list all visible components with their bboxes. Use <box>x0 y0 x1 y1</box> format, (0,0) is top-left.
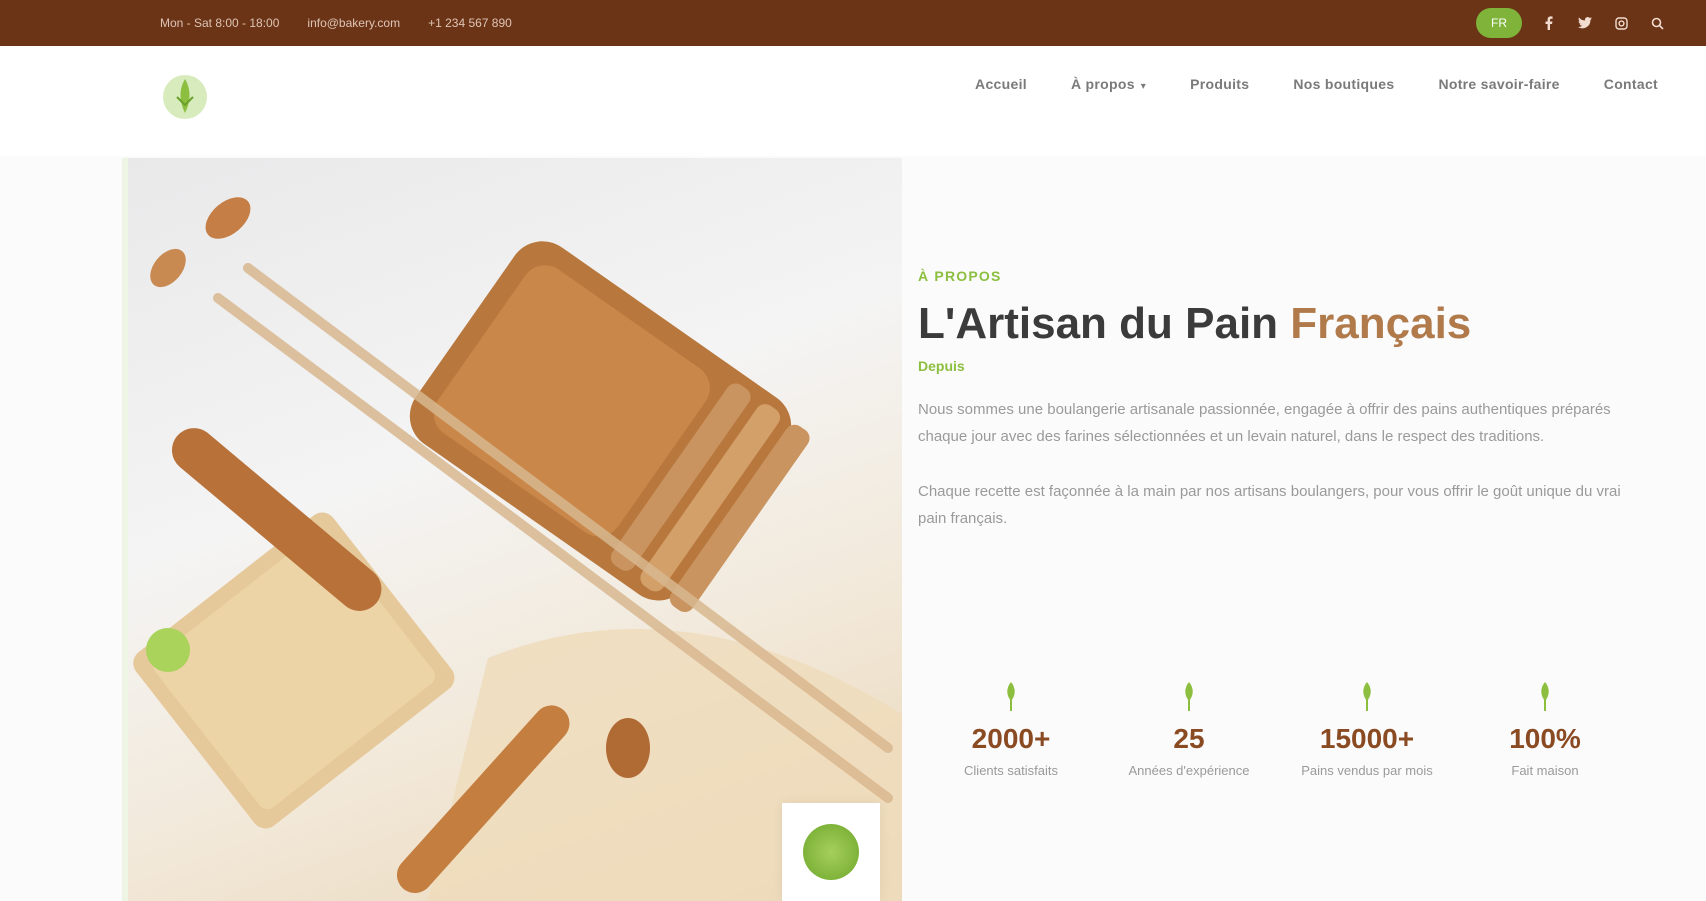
top-bar: Mon - Sat 8:00 - 18:00 info@bakery.com +… <box>0 0 1706 46</box>
about-section: À PROPOS L'Artisan du Pain Français Depu… <box>918 268 1638 547</box>
nav-item-a-propos[interactable]: À propos ▾ <box>1071 76 1146 92</box>
second-paragraph: Chaque recette est façonnée à la main pa… <box>918 483 1621 528</box>
bakery-logo-icon[interactable] <box>152 64 218 130</box>
stat-label: Années d'expérience <box>1128 762 1250 778</box>
stat-item: 2000+ Clients satisfaits <box>936 676 1086 780</box>
stat-value: 100% <box>1509 723 1581 754</box>
title-main: L'Artisan du Pain <box>918 299 1291 348</box>
nav-item-label: Nos boutiques <box>1293 76 1395 92</box>
intro-paragraph: Nous sommes une boulangerie artisanale p… <box>918 401 1611 446</box>
nav-item-accueil[interactable]: Accueil <box>975 76 1027 92</box>
stat-item: 15000+ Pains vendus par mois <box>1292 676 1442 780</box>
instagram-icon[interactable] <box>1612 14 1630 32</box>
main-nav: Accueil À propos ▾ Produits Nos boutiques… <box>975 76 1658 92</box>
top-bar-actions: FR <box>1476 8 1666 38</box>
section-subline: Depuis <box>918 358 965 375</box>
search-icon[interactable] <box>1648 14 1666 32</box>
stat-item: 25 Années d'expérience <box>1114 676 1264 780</box>
nav-item-produits[interactable]: Produits <box>1190 76 1249 92</box>
stat-item: 100% Fait maison <box>1470 676 1620 780</box>
stat-value: 2000+ <box>971 723 1051 754</box>
email-link[interactable]: info@bakery.com <box>307 16 400 30</box>
twitter-icon[interactable] <box>1576 14 1594 32</box>
stat-label: Clients satisfaits <box>964 762 1058 778</box>
hero-image <box>122 158 902 901</box>
wheat-icon <box>1525 676 1565 716</box>
top-bar-info: Mon - Sat 8:00 - 18:00 info@bakery.com +… <box>160 16 512 30</box>
nav-item-label: Notre savoir-faire <box>1438 76 1560 92</box>
opening-hours: Mon - Sat 8:00 - 18:00 <box>160 16 280 30</box>
phone-link[interactable]: +1 234 567 890 <box>428 16 512 30</box>
wheat-icon <box>1347 676 1387 716</box>
stat-label: Fait maison <box>1511 762 1579 778</box>
nav-item-savoir-faire[interactable]: Notre savoir-faire <box>1438 76 1559 92</box>
stats-row: 2000+ Clients satisfaits 25 Années d'exp… <box>918 676 1638 780</box>
wheat-icon <box>1169 676 1209 716</box>
nav-item-label: À propos <box>1070 76 1135 92</box>
nav-item-contact[interactable]: Contact <box>1604 76 1658 92</box>
decorative-dot <box>146 628 190 672</box>
language-badge[interactable]: FR <box>1476 8 1522 38</box>
nav-item-label: Contact <box>1603 76 1658 92</box>
section-title: L'Artisan du Pain Français <box>918 299 1638 348</box>
facebook-icon[interactable] <box>1540 14 1558 32</box>
stat-label: Pains vendus par mois <box>1301 762 1433 778</box>
stat-value: 25 <box>1173 723 1205 754</box>
chevron-down-icon: ▾ <box>1140 81 1147 92</box>
site-header: Accueil À propos ▾ Produits Nos boutiques… <box>0 46 1706 156</box>
section-eyebrow: À PROPOS <box>918 268 1002 284</box>
leaf-seal-icon <box>782 803 880 901</box>
nav-item-label: Produits <box>1190 76 1250 92</box>
bread-illustration <box>133 197 902 901</box>
nav-item-boutiques[interactable]: Nos boutiques <box>1293 76 1394 92</box>
wheat-icon <box>991 676 1031 716</box>
nav-item-label: Accueil <box>975 76 1027 92</box>
title-accent: Français <box>1290 299 1472 348</box>
stat-value: 15000+ <box>1319 723 1415 754</box>
